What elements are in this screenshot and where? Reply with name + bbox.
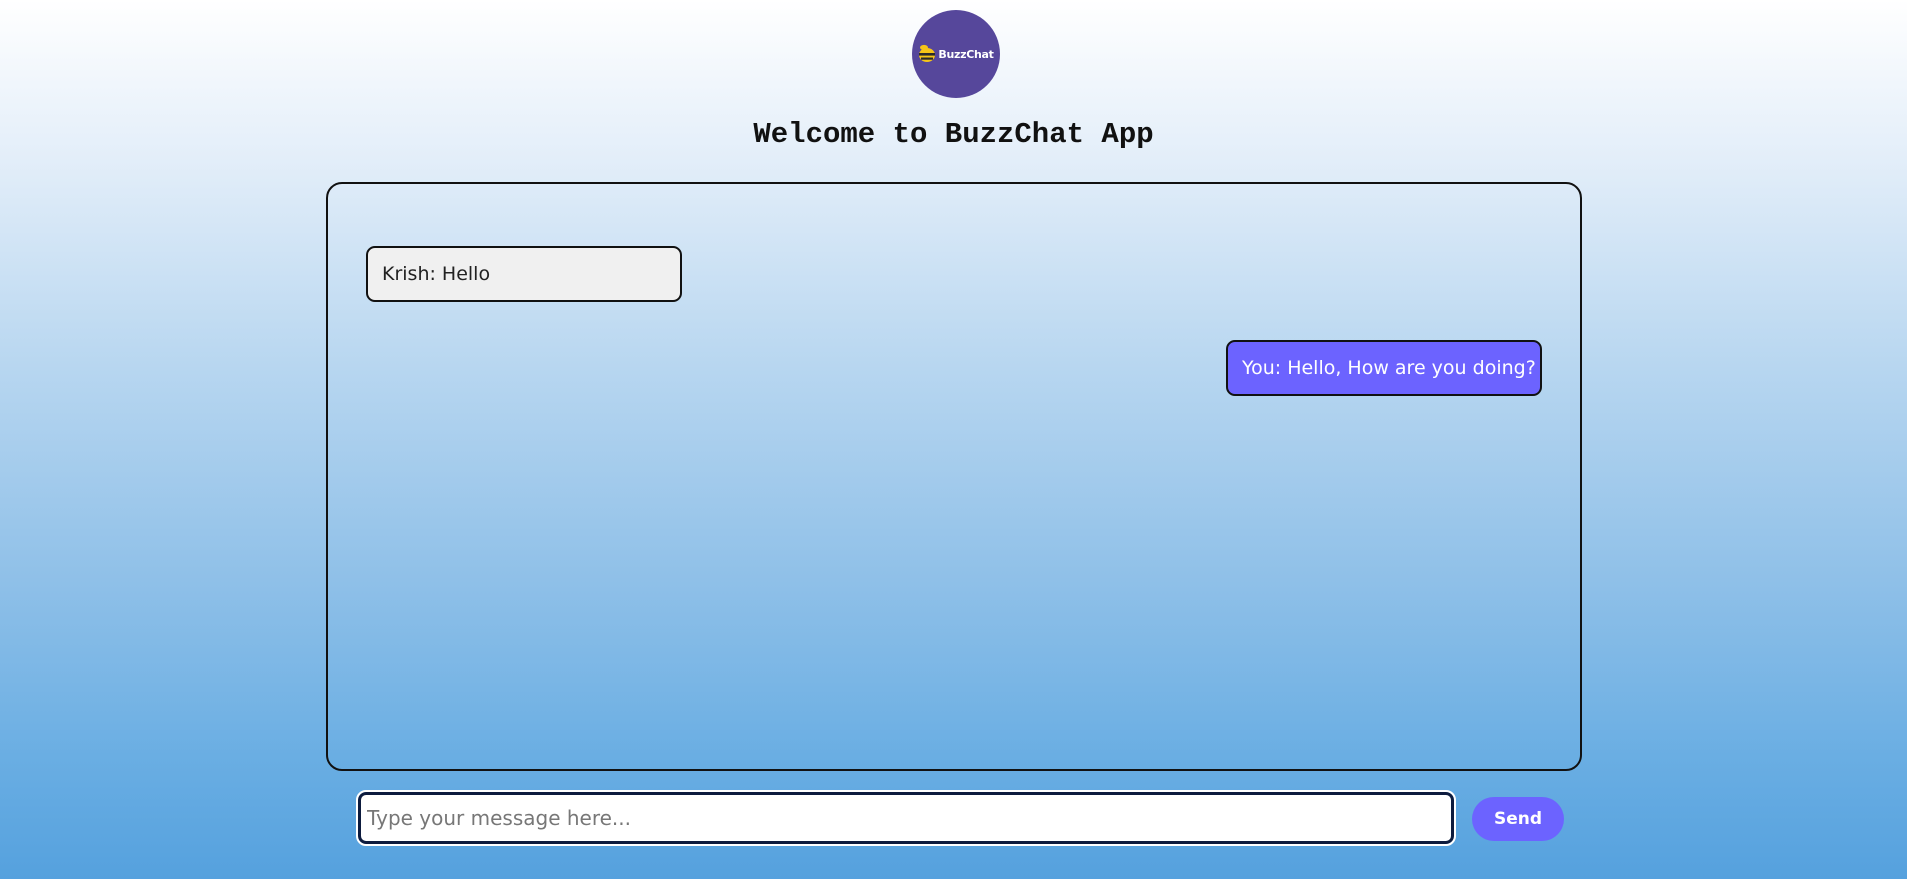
chat-messages-panel[interactable]: Krish: Hello You: Hello, How are you doi… (326, 182, 1582, 771)
message-input[interactable] (356, 790, 1456, 846)
send-button[interactable]: Send (1472, 797, 1564, 841)
message-bubble-received: Krish: Hello (366, 246, 682, 302)
message-bubble-sent: You: Hello, How are you doing? (1226, 340, 1542, 396)
page-title: Welcome to BuzzChat App (753, 118, 1154, 151)
logo-text: BuzzChat (938, 47, 994, 61)
bee-icon (919, 44, 936, 62)
message-composer: Send (356, 790, 1564, 846)
app-logo: BuzzChat (912, 10, 1000, 98)
